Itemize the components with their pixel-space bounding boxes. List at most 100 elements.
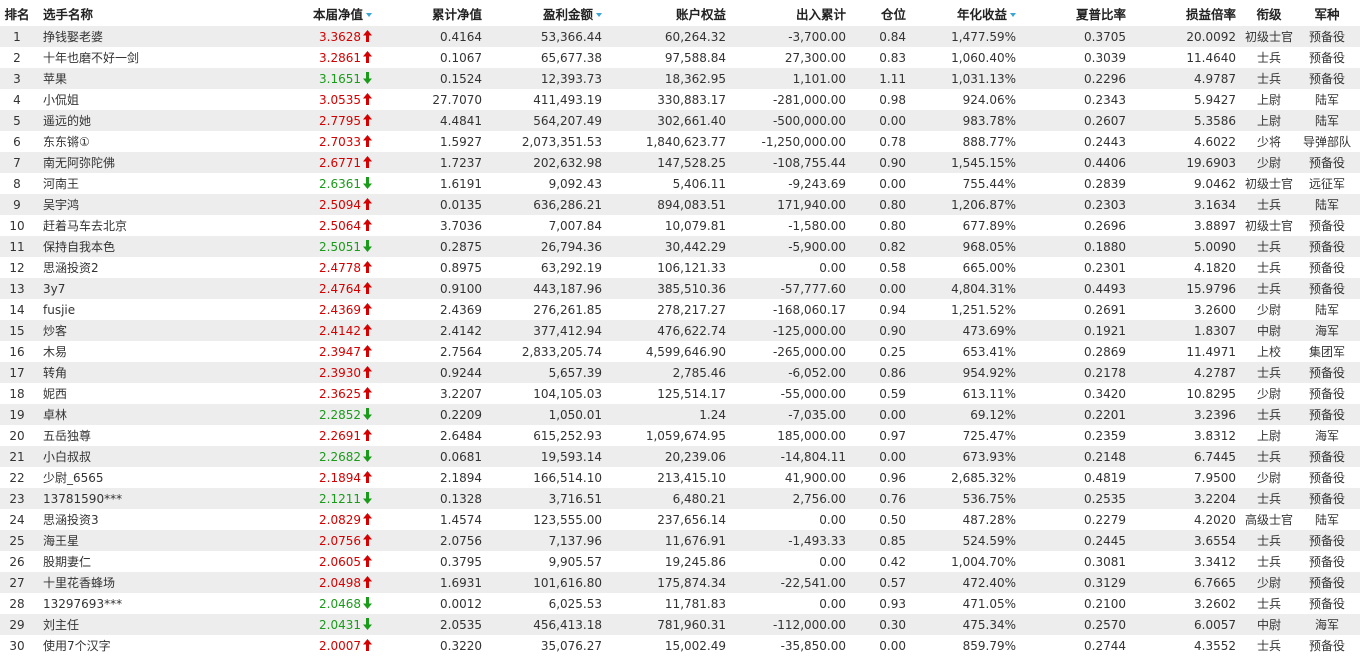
player-name-cell[interactable]: 转角 [34,362,254,383]
cum-nav-cell: 2.0756 [380,530,490,551]
table-row: 28 13297693*** 2.0468 0.0012 6,025.53 11,781.… [0,593,1360,614]
player-name-cell[interactable]: 炒客 [34,320,254,341]
player-name-cell[interactable]: 13781590*** [34,488,254,509]
player-name-link[interactable]: 13781590*** [43,492,122,506]
player-name-cell[interactable]: 刘主任 [34,614,254,635]
equity-cell: 97,588.84 [610,47,734,68]
rank-cell: 1 [0,26,34,47]
player-name-link[interactable]: 小侃姐 [43,93,79,107]
player-name-link[interactable]: 海王星 [43,534,79,548]
header-name-label: 选手名称 [43,6,94,22]
player-name-cell[interactable]: 3y7 [34,278,254,299]
player-name-link[interactable]: 苹果 [43,72,67,86]
sort-desc-icon[interactable] [1010,13,1016,17]
player-name-cell[interactable]: 河南王 [34,173,254,194]
player-name-link[interactable]: 十年也磨不好一剑 [43,51,139,65]
header-pnl-label[interactable]: 盈利金额 [543,7,593,22]
position-cell: 0.00 [854,110,914,131]
table-row: 23 13781590*** 2.1211 0.1328 3,716.51 6,480.2… [0,488,1360,509]
player-name-link[interactable]: 木易 [43,345,67,359]
table-row: 8 河南王 2.6361 1.6191 9,092.43 5,406.11 -9,243.6… [0,173,1360,194]
player-name-cell[interactable]: 小白叔叔 [34,446,254,467]
player-name-cell[interactable]: 十里花香蜂场 [34,572,254,593]
header-annual[interactable]: 年化收益 [914,0,1024,26]
player-name-cell[interactable]: fusjie [34,299,254,320]
arrow-up-icon [363,638,372,651]
player-name-cell[interactable]: 使用7个汉字 [34,635,254,656]
branch-cell: 预备役 [1294,47,1360,68]
sort-desc-icon[interactable] [366,13,372,17]
player-name-link[interactable]: 思涵投资3 [43,513,99,527]
rank-cell: 22 [0,467,34,488]
player-name-link[interactable]: 小白叔叔 [43,450,91,464]
cum-nav-cell: 0.8975 [380,257,490,278]
player-name-link[interactable]: 卓林 [43,408,67,422]
player-name-link[interactable]: 股期妻仁 [43,555,91,569]
player-name-link[interactable]: 妮西 [43,387,67,401]
table-row: 9 吴宇鸿 2.5094 0.0135 636,286.21 894,083.51 171,… [0,194,1360,215]
nav-cell: 2.0829 [254,509,380,530]
pnl-cell: 123,555.00 [490,509,610,530]
annual-return-cell: 1,545.15% [914,152,1024,173]
rank-cell: 29 [0,614,34,635]
player-name-cell[interactable]: 思涵投资2 [34,257,254,278]
player-name-cell[interactable]: 吴宇鸿 [34,194,254,215]
player-name-link[interactable]: 使用7个汉字 [43,639,111,653]
rank-title-cell: 士兵 [1244,194,1294,215]
player-name-link[interactable]: 转角 [43,366,67,380]
player-name-link[interactable]: 赶着马车去北京 [43,219,127,233]
player-name-link[interactable]: 南无阿弥陀佛 [43,156,115,170]
player-name-cell[interactable]: 股期妻仁 [34,551,254,572]
equity-cell: 1.24 [610,404,734,425]
player-name-cell[interactable]: 思涵投资3 [34,509,254,530]
header-pnl[interactable]: 盈利金额 [490,0,610,26]
rank-title-cell: 士兵 [1244,635,1294,656]
player-name-cell[interactable]: 遥远的她 [34,110,254,131]
player-name-link[interactable]: 少尉_6565 [43,471,104,485]
player-name-cell[interactable]: 挣钱娶老婆 [34,26,254,47]
header-nav[interactable]: 本届净值 [254,0,380,26]
equity-cell: 11,781.83 [610,593,734,614]
player-name-link[interactable]: 河南王 [43,177,79,191]
table-row: 25 海王星 2.0756 2.0756 7,137.96 11,676.91 -1,493… [0,530,1360,551]
player-name-cell[interactable]: 13297693*** [34,593,254,614]
player-name-cell[interactable]: 妮西 [34,383,254,404]
player-name-cell[interactable]: 五岳独尊 [34,425,254,446]
player-name-link[interactable]: 思涵投资2 [43,261,99,275]
sort-desc-icon[interactable] [596,13,602,17]
flow-cell: 185,000.00 [734,425,854,446]
player-name-cell[interactable]: 小侃姐 [34,89,254,110]
player-name-cell[interactable]: 赶着马车去北京 [34,215,254,236]
player-name-cell[interactable]: 木易 [34,341,254,362]
table-header: 排名 选手名称 本届净值 累计净值 盈利金额 账户权益 出入累计 仓位 年化收益… [0,0,1360,26]
player-name-link[interactable]: fusjie [43,303,75,317]
player-name-cell[interactable]: 卓林 [34,404,254,425]
header-nav-label[interactable]: 本届净值 [313,7,363,22]
player-name-link[interactable]: 十里花香蜂场 [43,576,115,590]
header-annual-label[interactable]: 年化收益 [957,7,1007,22]
cum-nav-cell: 0.1328 [380,488,490,509]
equity-cell: 213,415.10 [610,467,734,488]
player-name-link[interactable]: 吴宇鸿 [43,198,79,212]
player-name-link[interactable]: 13297693*** [43,597,122,611]
player-name-link[interactable]: 东东锵① [43,135,90,149]
player-name-link[interactable]: 挣钱娶老婆 [43,30,103,44]
player-name-cell[interactable]: 苹果 [34,68,254,89]
player-name-link[interactable]: 保持自我本色 [43,240,115,254]
player-name-link[interactable]: 遥远的她 [43,114,91,128]
player-name-cell[interactable]: 海王星 [34,530,254,551]
player-name-cell[interactable]: 东东锵① [34,131,254,152]
rank-title-cell: 少尉 [1244,467,1294,488]
flow-cell: -108,755.44 [734,152,854,173]
player-name-link[interactable]: 五岳独尊 [43,429,91,443]
player-name-cell[interactable]: 保持自我本色 [34,236,254,257]
player-name-link[interactable]: 刘主任 [43,618,79,632]
player-name-cell[interactable]: 南无阿弥陀佛 [34,152,254,173]
player-name-link[interactable]: 炒客 [43,324,67,338]
player-name-cell[interactable]: 十年也磨不好一剑 [34,47,254,68]
table-row: 26 股期妻仁 2.0605 0.3795 9,905.57 19,245.86 0.00 0… [0,551,1360,572]
table-row: 16 木易 2.3947 2.7564 2,833,205.74 4,599,646.90… [0,341,1360,362]
player-name-link[interactable]: 3y7 [43,282,65,296]
flow-cell: -55,000.00 [734,383,854,404]
player-name-cell[interactable]: 少尉_6565 [34,467,254,488]
